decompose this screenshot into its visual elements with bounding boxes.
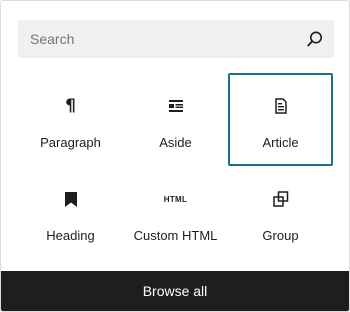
block-label: Article <box>262 135 299 150</box>
aside-icon <box>123 95 228 117</box>
html-icon-text: HTML <box>163 194 188 204</box>
block-label: Custom HTML <box>133 228 218 243</box>
block-label: Group <box>262 228 299 243</box>
browse-all-button[interactable]: Browse all <box>1 271 349 311</box>
block-aside[interactable]: Aside <box>123 73 228 166</box>
search-bar <box>18 20 334 58</box>
block-paragraph[interactable]: ¶ Paragraph <box>18 73 123 166</box>
block-group[interactable]: Group <box>228 166 333 259</box>
block-label: Heading <box>46 228 95 243</box>
block-heading[interactable]: Heading <box>18 166 123 259</box>
article-icon <box>230 95 331 117</box>
block-grid: ¶ Paragraph Aside Article Heading HTML C… <box>18 73 334 259</box>
group-icon <box>228 188 333 210</box>
block-label: Paragraph <box>40 135 101 150</box>
block-inserter-panel: ¶ Paragraph Aside <box>0 0 350 312</box>
block-label: Aside <box>159 135 192 150</box>
search-input[interactable] <box>18 20 296 58</box>
block-custom-html[interactable]: HTML Custom HTML <box>123 166 228 259</box>
search-icon[interactable] <box>296 20 334 58</box>
block-article[interactable]: Article <box>228 73 333 166</box>
heading-bookmark-icon <box>18 188 123 210</box>
paragraph-icon: ¶ <box>65 95 76 116</box>
html-icon: HTML <box>123 188 228 210</box>
